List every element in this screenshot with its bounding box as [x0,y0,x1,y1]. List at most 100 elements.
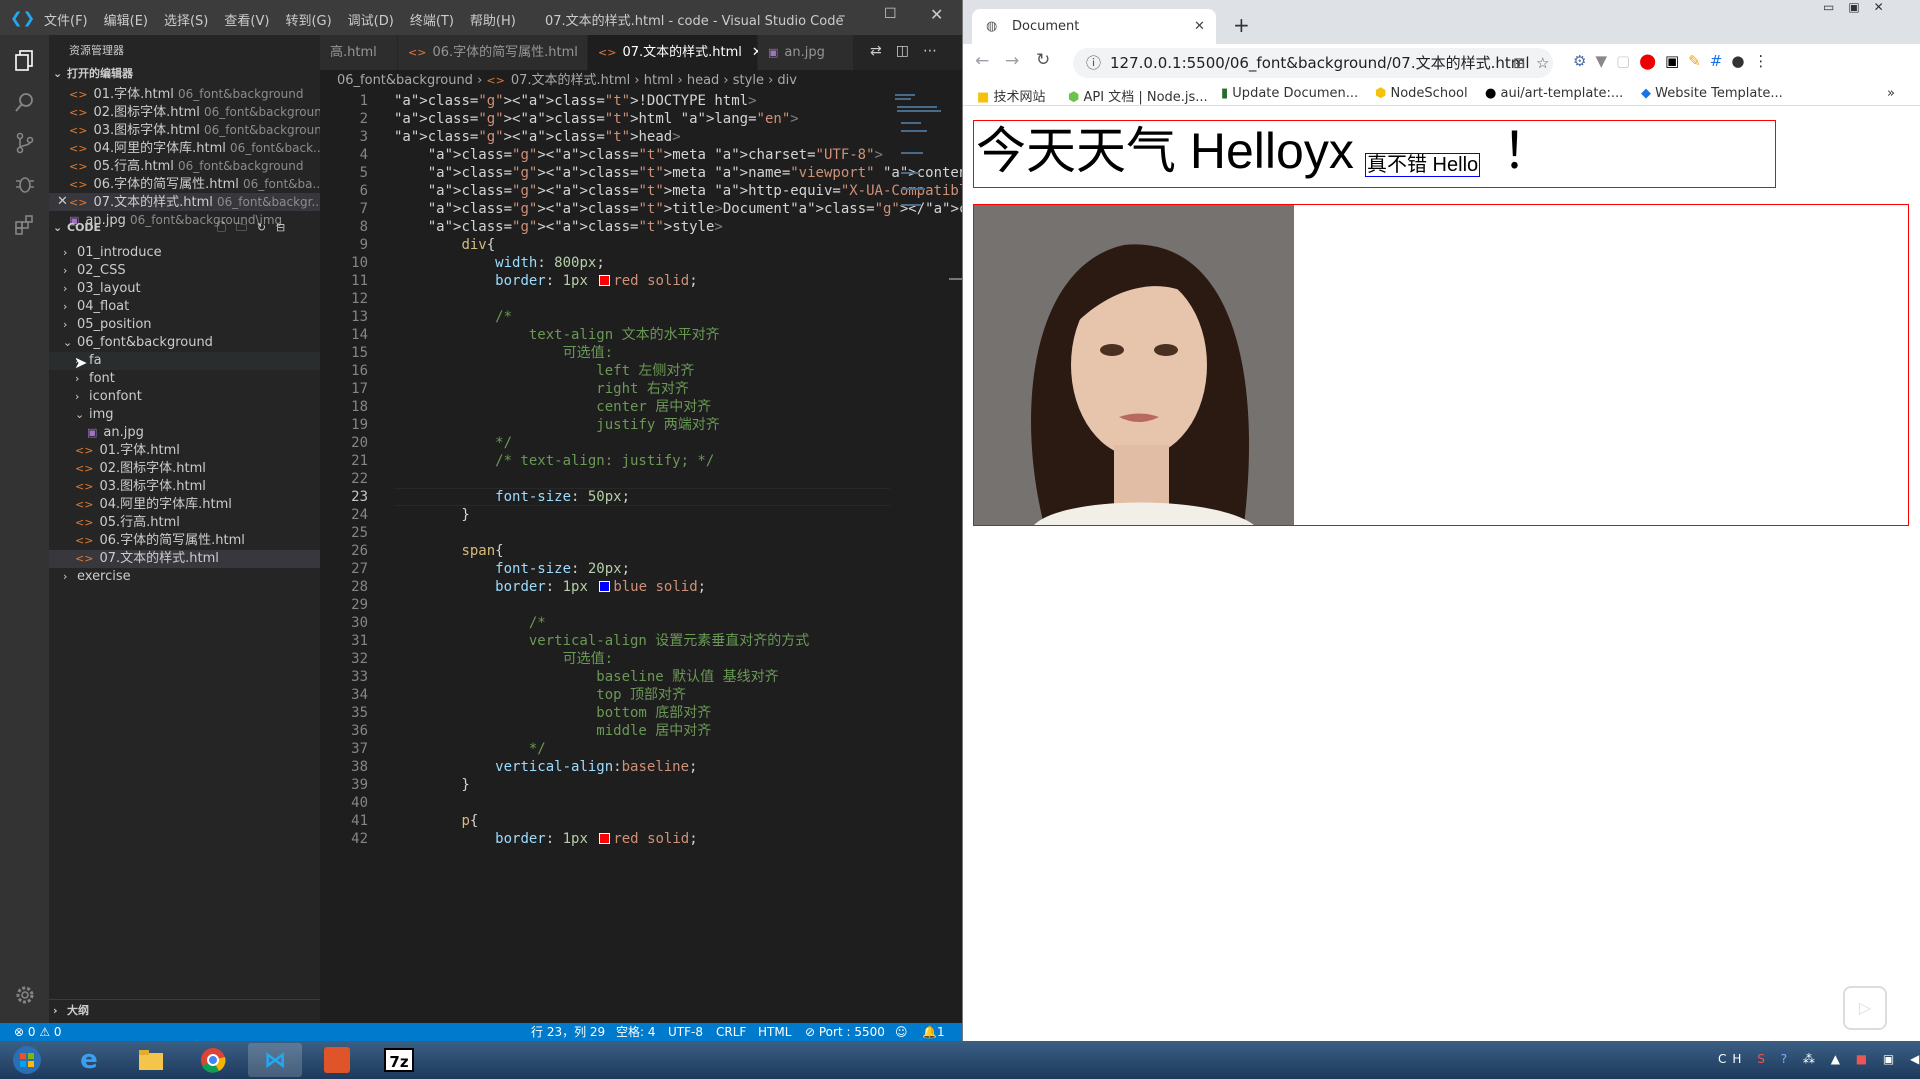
live-server-port[interactable]: ⊘ Port : 5500 [805,1023,885,1041]
code-line[interactable]: justify 两端对齐 [394,416,719,434]
address-bar[interactable]: ⓘ 127.0.0.1:5500/06_font&background/07.文… [1073,48,1553,78]
code-line[interactable]: border: 1px red solid; [394,830,698,848]
code-line[interactable]: width: 800px; [394,254,605,272]
code-line[interactable]: 可选值: [394,650,613,668]
bookmark-4[interactable]: ⬢ NodeSchool [1375,86,1468,101]
input-language[interactable]: CH [1718,1052,1747,1066]
folder-item[interactable]: › 05_position [49,316,320,334]
crumb-folder[interactable]: 06_font&background [337,73,473,88]
chrome-icon[interactable] [186,1043,240,1077]
tab-partial[interactable]: 高.html [320,35,398,70]
start-button-icon[interactable] [0,1043,54,1077]
settings-gear-icon[interactable] [10,980,39,1009]
code-line[interactable]: border: 1px blue solid; [394,578,706,596]
reload-icon[interactable]: ↻ [1036,50,1050,70]
code-line[interactable]: font-size: 50px; [394,488,630,506]
bookmarks-overflow-icon[interactable]: » [1887,86,1895,101]
bookmark-5[interactable]: ● aui/art-template:... [1485,86,1623,101]
menu-debug[interactable]: 调试(D) [348,14,394,29]
bookmark-star-icon[interactable]: ☆ [1536,48,1549,78]
folder-item[interactable]: › 02_CSS [49,262,320,280]
menu-edit[interactable]: 编辑(E) [104,14,148,29]
menu-terminal[interactable]: 终端(T) [410,14,454,29]
language-mode[interactable]: HTML [758,1023,791,1041]
open-editor-item[interactable]: <> 06.字体的简写属性.html 06_font&ba... [49,175,320,193]
folder-item[interactable]: ⌄ 06_font&background [49,334,320,352]
code-line[interactable]: "a">class="g"><"a">class="t">head> [394,128,681,146]
code-line[interactable]: */ [394,740,546,758]
html-file-item[interactable]: <> 02.图标字体.html [49,460,320,478]
code-line[interactable]: "a">class="g"><"a">class="t">meta "a">ch… [394,146,883,164]
minimap[interactable] [893,92,951,232]
bookmark-2[interactable]: ⬢ API 文档 | Node.js... [1068,86,1208,105]
new-tab-button[interactable]: + [1233,13,1250,37]
extensions-icon[interactable] [10,210,39,239]
indentation[interactable]: 空格: 4 [616,1023,656,1041]
code-line[interactable]: vertical-align 设置元素垂直对齐的方式 [394,632,809,650]
close-button[interactable]: ✕ [930,5,943,24]
open-editor-item[interactable]: <> 04.阿里的字体库.html 06_font&back... [49,139,320,157]
image-file-item[interactable]: ▣ an.jpg [49,424,320,442]
problems-indicator[interactable]: ⊗ 0 ⚠ 0 [14,1023,62,1041]
translate-icon[interactable]: ⊞ [1513,48,1526,78]
menu-view[interactable]: 查看(V) [224,14,269,29]
code-line[interactable]: center 居中对齐 [394,398,711,416]
subfolder-item[interactable]: ⌄ img [49,406,320,424]
minimize-button[interactable]: – [838,6,846,24]
info-icon[interactable]: ⓘ [1086,48,1101,78]
subfolder-item[interactable]: › iconfont [49,388,320,406]
file-explorer-icon[interactable] [124,1043,178,1077]
outline-header[interactable]: › 大纲 [49,999,320,1021]
html-file-item[interactable]: <> 03.图标字体.html [49,478,320,496]
vscode-taskbar-icon[interactable]: ⋈ [248,1043,302,1077]
open-editor-item[interactable]: ✕ <> 07.文本的样式.html 06_font&backgr... [49,193,320,211]
close-icon[interactable]: ✕ [57,193,68,211]
folder-item[interactable]: › 03_layout [49,280,320,298]
tab-06[interactable]: <> 06.字体的简写属性.html [398,35,588,70]
subfolder-item[interactable]: › fa [49,352,320,370]
source-control-icon[interactable] [10,128,39,157]
code-line[interactable]: baseline 默认值 基线对齐 [394,668,778,686]
workspace-header[interactable]: ⌄ CODE 🗋🗀↻⊟ [49,217,320,239]
open-editor-item[interactable]: <> 03.图标字体.html 06_font&background [49,121,320,139]
menu-help[interactable]: 帮助(H) [470,14,516,29]
html-file-item[interactable]: <> 04.阿里的字体库.html [49,496,320,514]
menu-file[interactable]: 文件(F) [44,14,88,29]
explorer-actions[interactable]: 🗋🗀↻⊟ [217,217,295,239]
menu-go[interactable]: 转到(G) [285,14,331,29]
crumb-div[interactable]: div [777,73,797,88]
code-line[interactable]: top 顶部对齐 [394,686,686,704]
code-line[interactable]: } [394,506,469,524]
code-line[interactable]: span{ [394,542,503,560]
code-line[interactable]: /* [394,614,546,632]
menu-selection[interactable]: 选择(S) [164,14,208,29]
html-file-item[interactable]: <> 07.文本的样式.html [49,550,320,568]
encoding[interactable]: UTF-8 [668,1023,703,1041]
search-icon[interactable] [10,87,39,116]
subfolder-item[interactable]: › font [49,370,320,388]
tab-07-active[interactable]: <>07.文本的样式.html✕ [588,35,763,70]
code-line[interactable]: bottom 底部对齐 [394,704,711,722]
open-editor-item[interactable]: <> 01.字体.html 06_font&background [49,85,320,103]
code-line[interactable]: div{ [394,236,495,254]
code-line[interactable]: middle 居中对齐 [394,722,711,740]
html-file-item[interactable]: <> 06.字体的简写属性.html [49,532,320,550]
forward-icon[interactable]: → [1005,51,1019,71]
eol[interactable]: CRLF [716,1023,746,1041]
app-orange-icon[interactable] [310,1043,364,1077]
extension-icons[interactable]: ⚙▼▢⬤▣✎#●⋮ [1573,52,1777,70]
code-line[interactable]: left 左侧对齐 [394,362,694,380]
cursor-position[interactable]: 行 23，列 29 [531,1023,605,1041]
code-line[interactable]: 可选值: [394,344,613,362]
html-file-item[interactable]: <> 05.行高.html [49,514,320,532]
html-file-item[interactable]: <> 01.字体.html [49,442,320,460]
open-editors-header[interactable]: ⌄ 打开的编辑器 [49,63,320,85]
system-tray[interactable]: CH S ? ⁂ ▲ ■ ▣ ◀) [1718,1052,1920,1066]
code-line[interactable]: */ [394,434,512,452]
bookmark-6[interactable]: ◆ Website Template... [1641,86,1783,101]
maximize-button[interactable]: ☐ [884,6,897,22]
tab-close-icon[interactable]: ✕ [1194,9,1205,44]
crumb-file[interactable]: 07.文本的样式.html [511,73,630,88]
code-line[interactable]: text-align 文本的水平对齐 [394,326,720,344]
code-line[interactable]: p{ [394,812,478,830]
